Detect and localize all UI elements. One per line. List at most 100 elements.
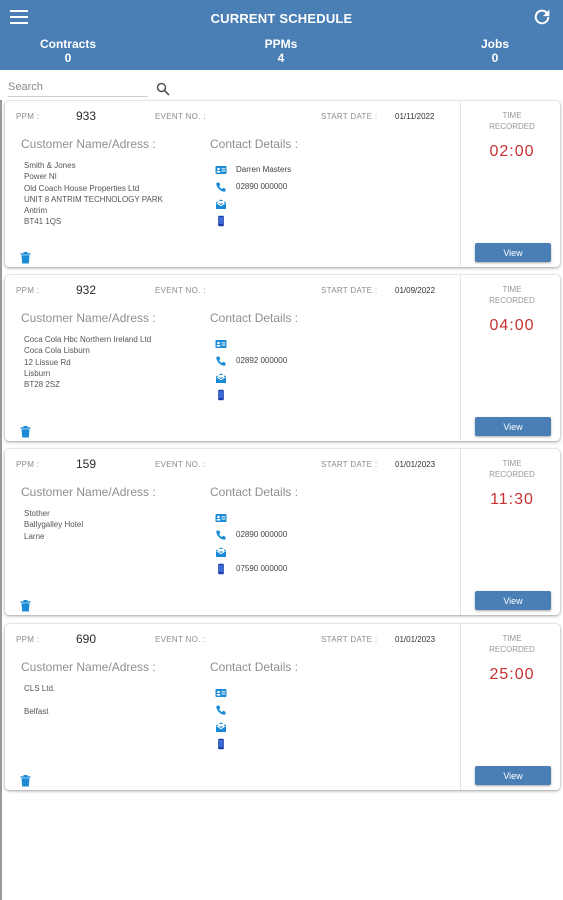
contact-card-icon: [215, 686, 227, 698]
start-date-label: START DATE :: [321, 112, 378, 121]
customer-address: Smith & Jones Power NI Old Coach House Pro…: [24, 160, 163, 228]
ppm-label: PPM :: [16, 635, 40, 644]
ppm-card: PPM : 159 EVENT NO. : START DATE : 01/01…: [5, 449, 560, 615]
trash-icon[interactable]: [20, 426, 31, 438]
ppms-value: 4: [277, 51, 285, 65]
phone-number[interactable]: 02890 000000: [236, 182, 287, 191]
card-divider: [460, 449, 461, 615]
phone-icon[interactable]: [215, 180, 227, 192]
address-line: Belfast: [24, 706, 49, 716]
contracts-count[interactable]: Contracts 0: [34, 37, 102, 65]
contact-heading: Contact Details :: [210, 311, 299, 325]
time-recorded-label: TIME RECORDED: [475, 284, 549, 306]
ppm-number: 933: [76, 109, 97, 123]
time-recorded-label-line2: RECORDED: [489, 645, 535, 654]
start-date-label: START DATE :: [321, 286, 378, 295]
contracts-value: 0: [64, 51, 72, 65]
start-date-value: 01/11/2022: [395, 112, 435, 121]
search-input[interactable]: [8, 77, 148, 97]
time-recorded-value: 25:00: [489, 666, 535, 683]
address-line: BT28 2SZ: [24, 380, 61, 390]
refresh-icon[interactable]: [531, 6, 553, 28]
contact-name: Darren Masters: [236, 165, 292, 174]
left-edge-shadow: [0, 100, 2, 900]
customer-heading: Customer Name/Adress :: [21, 137, 156, 151]
time-recorded-label: TIME RECORDED: [475, 110, 549, 132]
card-divider: [460, 624, 461, 790]
time-recorded-label-line2: RECORDED: [489, 470, 535, 479]
ppms-label: PPMs: [264, 37, 298, 51]
email-icon[interactable]: [215, 371, 227, 383]
phone-icon[interactable]: [215, 354, 227, 366]
ppm-label: PPM :: [16, 112, 40, 121]
ppms-count[interactable]: PPMs 4: [247, 37, 315, 65]
address-line: [24, 694, 55, 705]
mobile-number[interactable]: 07590 000000: [236, 564, 287, 573]
jobs-count[interactable]: Jobs 0: [461, 37, 529, 65]
ppm-label: PPM :: [16, 286, 40, 295]
view-button[interactable]: View: [475, 591, 551, 610]
view-button[interactable]: View: [475, 766, 551, 785]
time-recorded-label-line1: TIME: [502, 111, 522, 120]
address-line: 12 Lissue Rd: [24, 357, 71, 367]
contact-heading: Contact Details :: [210, 137, 299, 151]
email-icon[interactable]: [215, 545, 227, 557]
contact-heading: Contact Details :: [210, 485, 299, 499]
customer-address: CLS Ltd. Belfast: [24, 683, 55, 717]
address-line: Antrim: [24, 206, 48, 216]
phone-number[interactable]: 02892 000000: [236, 356, 287, 365]
ppm-card: PPM : 690 EVENT NO. : START DATE : 01/01…: [5, 624, 560, 790]
address-line: CLS Ltd.: [24, 684, 56, 693]
start-date-label: START DATE :: [321, 635, 378, 644]
address-line: Power NI: [24, 172, 57, 182]
address-line: Lisburn: [24, 368, 51, 378]
time-recorded-label-line2: RECORDED: [489, 122, 535, 131]
contact-heading: Contact Details :: [210, 660, 299, 674]
mobile-icon[interactable]: [215, 214, 227, 227]
trash-icon[interactable]: [20, 600, 31, 612]
customer-heading: Customer Name/Adress :: [21, 485, 156, 499]
mobile-icon[interactable]: [215, 388, 227, 401]
contact-card-icon: [215, 163, 227, 175]
view-button[interactable]: View: [475, 243, 551, 262]
event-label: EVENT NO. :: [155, 460, 206, 469]
start-date-value: 01/01/2023: [395, 460, 436, 469]
ppm-card: PPM : 932 EVENT NO. : START DATE : 01/09…: [5, 275, 560, 441]
card-divider: [460, 275, 461, 441]
page-title: CURRENT SCHEDULE: [210, 11, 353, 26]
time-recorded-label-line1: TIME: [502, 459, 522, 468]
app-header: CURRENT SCHEDULE Contracts 0 PPMs 4 Jobs…: [0, 0, 563, 70]
customer-address: Stother Ballygalley Hotel Larne: [24, 508, 83, 542]
ppm-number: 690: [76, 632, 97, 646]
email-icon[interactable]: [215, 197, 227, 209]
phone-icon[interactable]: [215, 528, 227, 540]
view-button[interactable]: View: [475, 417, 551, 436]
event-label: EVENT NO. :: [155, 112, 206, 121]
time-recorded-value: 02:00: [489, 143, 535, 160]
address-line: UNIT 8 ANTRIM TECHNOLOGY PARK: [24, 194, 163, 204]
time-recorded-label-line2: RECORDED: [489, 296, 535, 305]
start-date-value: 01/09/2022: [395, 286, 436, 295]
search-icon[interactable]: [156, 82, 170, 96]
mobile-icon[interactable]: [215, 562, 227, 575]
time-recorded-label-line1: TIME: [502, 285, 522, 294]
jobs-label: Jobs: [480, 37, 509, 51]
summary-counts: Contracts 0 PPMs 4 Jobs 0: [0, 37, 563, 67]
time-recorded-value: 04:00: [489, 317, 535, 334]
phone-icon[interactable]: [215, 703, 227, 715]
address-line: Smith & Jones: [24, 161, 76, 170]
time-recorded-label: TIME RECORDED: [475, 633, 549, 655]
ppm-card: PPM : 933 EVENT NO. : START DATE : 01/11…: [5, 101, 560, 267]
jobs-value: 0: [491, 51, 499, 65]
time-recorded-label: TIME RECORDED: [475, 458, 549, 480]
phone-number[interactable]: 02890 000000: [236, 530, 287, 539]
trash-icon[interactable]: [20, 775, 31, 787]
contact-card-icon: [215, 511, 227, 523]
address-line: Coca Cola Lisburn: [24, 346, 90, 356]
address-line: Old Coach House Properties Ltd: [24, 183, 140, 193]
trash-icon[interactable]: [20, 252, 31, 264]
email-icon[interactable]: [215, 720, 227, 732]
address-line: Larne: [24, 531, 45, 541]
address-line: BT41 1QS: [24, 217, 62, 227]
mobile-icon[interactable]: [215, 737, 227, 750]
